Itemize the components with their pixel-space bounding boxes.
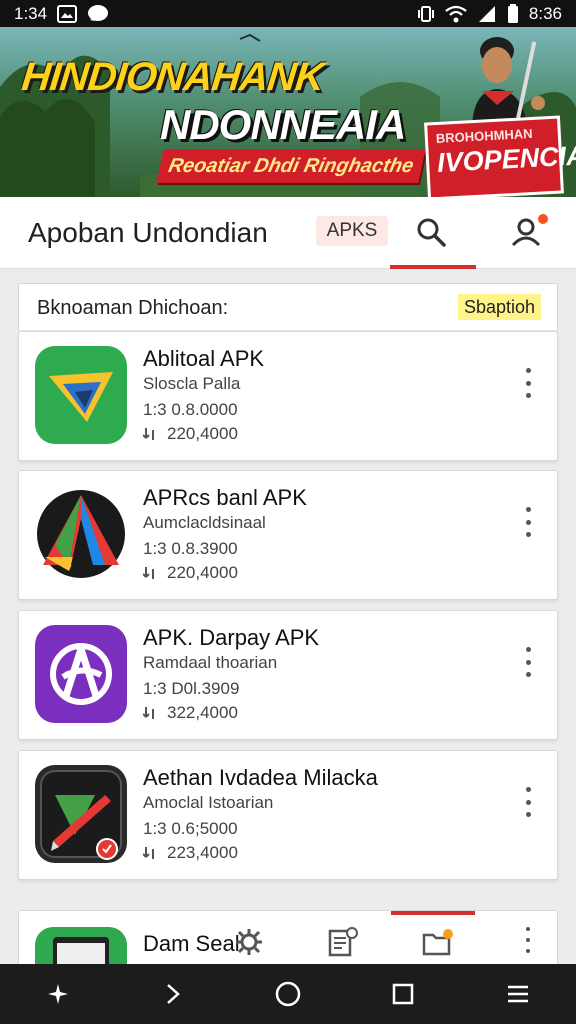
banner-ribbon: Reoatiar Dhdi Ringhacthe	[156, 149, 426, 183]
banner-title-line2: NDONNEAIA	[160, 101, 406, 148]
app-downloads-count: 223,4000	[167, 843, 238, 862]
app-card[interactable]: Ablitoal APK Sloscla Palla 1:3 0.8.0000 …	[18, 331, 558, 461]
battery-icon	[507, 3, 519, 24]
app-downloads-count: 322,4000	[167, 703, 238, 722]
app-downloads-count: 220,4000	[167, 424, 238, 443]
promo-banner[interactable]: HINDIONAHANK NDONNEAIA Reoatiar Dhdi Rin…	[0, 27, 576, 197]
account-icon[interactable]	[508, 213, 550, 249]
more-icon[interactable]	[521, 787, 535, 817]
more-icon[interactable]	[521, 368, 535, 398]
app-version: 1:3 D0l.3909	[143, 679, 240, 698]
section-chip[interactable]: Sbaptioh	[457, 294, 541, 320]
app-version: 1:3 0.6;5000	[143, 819, 238, 838]
app-card[interactable]: APRcs banl APK Aumclacldsinaal 1:3 0.8.3…	[18, 470, 558, 600]
more-icon[interactable]	[521, 647, 535, 677]
app-developer: Amoclal Istoarian	[143, 793, 274, 812]
section-header: Bknoaman Dhichoan: Sbaptioh	[18, 283, 558, 331]
indicator-line	[391, 911, 475, 915]
document-icon[interactable]	[327, 927, 359, 957]
vibrate-icon	[417, 5, 435, 23]
app-developer: Aumclacldsinaal	[143, 513, 266, 532]
app-downloads-count: 220,4000	[167, 563, 238, 582]
app-icon	[35, 346, 127, 444]
banner-badge: BROHOHMHAN IVOPENCIA	[424, 115, 576, 197]
download-icon	[143, 847, 154, 859]
download-icon	[143, 707, 154, 719]
app-downloads: 220,4000	[143, 424, 238, 444]
app-icon	[35, 765, 127, 863]
banner-badge-line2: IVOPENCIA	[436, 140, 576, 178]
back-icon[interactable]	[153, 974, 193, 1014]
app-name: Ablitoal APK	[143, 346, 265, 371]
settings-icon[interactable]	[233, 927, 265, 957]
recents-icon[interactable]	[383, 974, 423, 1014]
menu-icon[interactable]	[498, 974, 538, 1014]
download-icon	[143, 428, 154, 440]
folder-icon[interactable]	[421, 927, 453, 957]
app-developer: Ramdaal thoarian	[143, 653, 278, 672]
app-developer: Sloscla Palla	[143, 374, 241, 393]
app-card[interactable]: APK. Darpay APK Ramdaal thoarian 1:3 D0l…	[18, 610, 558, 740]
active-tab-indicator	[390, 265, 476, 269]
app-name: Dam Seal	[143, 931, 240, 956]
wifi-icon	[445, 5, 467, 23]
banner-title-line1: HINDIONAHANK	[19, 55, 326, 99]
sparkle-icon[interactable]	[38, 974, 78, 1014]
download-icon	[143, 567, 154, 579]
chat-icon	[87, 4, 109, 24]
app-downloads: 220,4000	[143, 563, 238, 583]
status-bar: 1:34 8:36	[0, 0, 576, 27]
app-name: Aethan Ivdadea Milacka	[143, 765, 378, 790]
app-card[interactable]: Aethan Ivdadea Milacka Amoclal Istoarian…	[18, 750, 558, 880]
app-name: APRcs banl APK	[143, 485, 307, 510]
home-icon[interactable]	[268, 974, 308, 1014]
apks-tab[interactable]: APKS	[316, 216, 388, 246]
more-icon[interactable]	[521, 927, 535, 953]
status-time-right: 8:36	[528, 3, 562, 23]
app-downloads: 223,4000	[143, 843, 238, 863]
app-card-partial[interactable]: Dam Seal	[18, 910, 558, 970]
search-icon[interactable]	[414, 215, 448, 249]
more-icon[interactable]	[521, 507, 535, 537]
app-name: APK. Darpay APK	[143, 625, 320, 650]
app-icon	[35, 485, 127, 583]
gallery-icon	[57, 4, 78, 23]
app-icon	[35, 625, 127, 723]
status-time-left: 1:34	[14, 3, 48, 23]
app-version: 1:3 0.8.3900	[143, 539, 238, 558]
system-nav-bar	[0, 964, 576, 1024]
section-label: Bknoaman Dhichoan:	[37, 297, 229, 319]
app-bar: Apoban Undondian APKS	[0, 197, 576, 269]
signal-icon	[477, 5, 497, 23]
app-title: Apoban Undondian	[28, 217, 268, 248]
app-downloads: 322,4000	[143, 703, 238, 723]
app-version: 1:3 0.8.0000	[143, 400, 238, 419]
